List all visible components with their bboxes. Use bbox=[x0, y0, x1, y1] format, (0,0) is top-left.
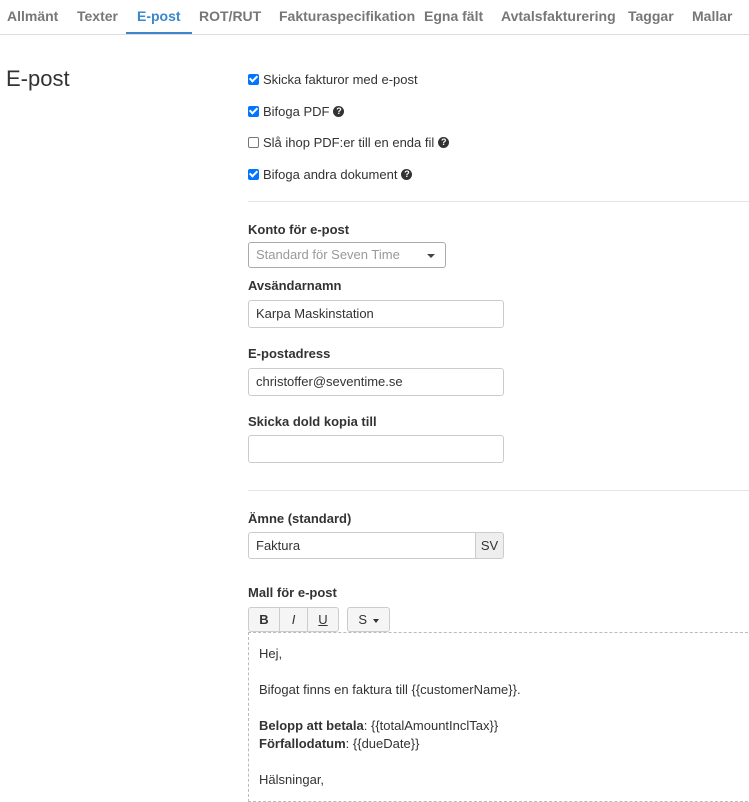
due-label: Förfallodatum bbox=[259, 736, 346, 751]
attach-docs-checkbox[interactable] bbox=[248, 168, 259, 180]
account-select[interactable]: Standard för Seven Time bbox=[248, 242, 446, 268]
style-dropdown-button[interactable]: S bbox=[347, 607, 390, 632]
attach-docs-checkbox-row[interactable]: Bifoga andra dokument ? bbox=[248, 165, 413, 183]
send-email-label: Skicka fakturor med e-post bbox=[263, 71, 418, 87]
account-select-value: Standard för Seven Time bbox=[256, 247, 400, 262]
tab-allmant[interactable]: Allmänt bbox=[7, 0, 58, 33]
underline-button[interactable]: U bbox=[307, 607, 339, 632]
divider bbox=[248, 490, 749, 491]
question-circle-icon[interactable]: ? bbox=[333, 105, 345, 117]
section-title: E-post bbox=[6, 66, 70, 91]
subject-label: Ämne (standard) bbox=[248, 511, 352, 526]
tab-e-post[interactable]: E-post bbox=[126, 0, 192, 34]
caret-down-icon bbox=[372, 618, 379, 623]
language-addon[interactable]: SV bbox=[475, 532, 504, 559]
tab-taggar[interactable]: Taggar bbox=[628, 0, 674, 33]
sender-name-label: Avsändarnamn bbox=[248, 278, 342, 293]
tab-rot-rut[interactable]: ROT/RUT bbox=[199, 0, 261, 33]
amount-label: Belopp att betala bbox=[259, 718, 364, 733]
tab-fakturaspecifikation[interactable]: Fakturaspecifikation bbox=[279, 0, 415, 33]
attach-pdf-checkbox-row[interactable]: Bifoga PDF ? bbox=[248, 102, 345, 120]
account-label: Konto för e-post bbox=[248, 222, 350, 237]
editor-due-line: Förfallodatum: {{dueDate}} bbox=[259, 735, 747, 753]
send-email-checkbox[interactable] bbox=[248, 73, 259, 85]
email-input[interactable]: christoffer@seventime.se bbox=[248, 368, 504, 396]
email-label: E-postadress bbox=[248, 346, 331, 361]
editor-amount-line: Belopp att betala: {{totalAmountInclTax}… bbox=[259, 717, 747, 735]
italic-button[interactable]: I bbox=[279, 607, 308, 632]
caret-down-icon bbox=[427, 254, 435, 258]
amount-value: : {{totalAmountInclTax}} bbox=[363, 718, 499, 733]
bcc-input[interactable] bbox=[248, 435, 504, 463]
template-editor[interactable]: Hej, Bifogat finns en faktura till {{cus… bbox=[248, 632, 749, 802]
tab-avtalsfakturering[interactable]: Avtalsfakturering bbox=[501, 0, 616, 33]
style-button-label: S bbox=[358, 612, 368, 627]
attach-pdf-checkbox[interactable] bbox=[248, 105, 259, 117]
tab-mallar[interactable]: Mallar bbox=[692, 0, 732, 33]
attach-pdf-label: Bifoga PDF bbox=[263, 103, 330, 119]
bcc-label: Skicka dold kopia till bbox=[248, 414, 377, 429]
divider bbox=[248, 201, 749, 202]
merge-pdf-label: Slå ihop PDF:er till en enda fil bbox=[263, 134, 435, 150]
merge-pdf-checkbox[interactable] bbox=[248, 136, 259, 148]
question-circle-icon[interactable]: ? bbox=[401, 168, 413, 180]
bold-button[interactable]: B bbox=[248, 607, 280, 632]
due-value: : {{dueDate}} bbox=[345, 736, 420, 751]
tab-egna-falt[interactable]: Egna fält bbox=[424, 0, 483, 33]
editor-body: Bifogat finns en faktura till {{customer… bbox=[259, 682, 521, 697]
editor-closing: Hälsningar, bbox=[259, 772, 325, 787]
template-label: Mall för e-post bbox=[248, 585, 337, 600]
editor-greeting: Hej, bbox=[259, 646, 283, 661]
sender-name-input[interactable]: Karpa Maskinstation bbox=[248, 300, 504, 328]
tab-texter[interactable]: Texter bbox=[77, 0, 118, 33]
question-circle-icon[interactable]: ? bbox=[438, 136, 450, 148]
settings-tabs: Allmänt Texter E-post ROT/RUT Fakturaspe… bbox=[0, 0, 749, 35]
merge-pdf-checkbox-row[interactable]: Slå ihop PDF:er till en enda fil ? bbox=[248, 133, 450, 151]
attach-docs-label: Bifoga andra dokument bbox=[263, 166, 398, 182]
subject-input[interactable]: Faktura bbox=[248, 532, 476, 559]
send-email-checkbox-row[interactable]: Skicka fakturor med e-post bbox=[248, 70, 418, 88]
